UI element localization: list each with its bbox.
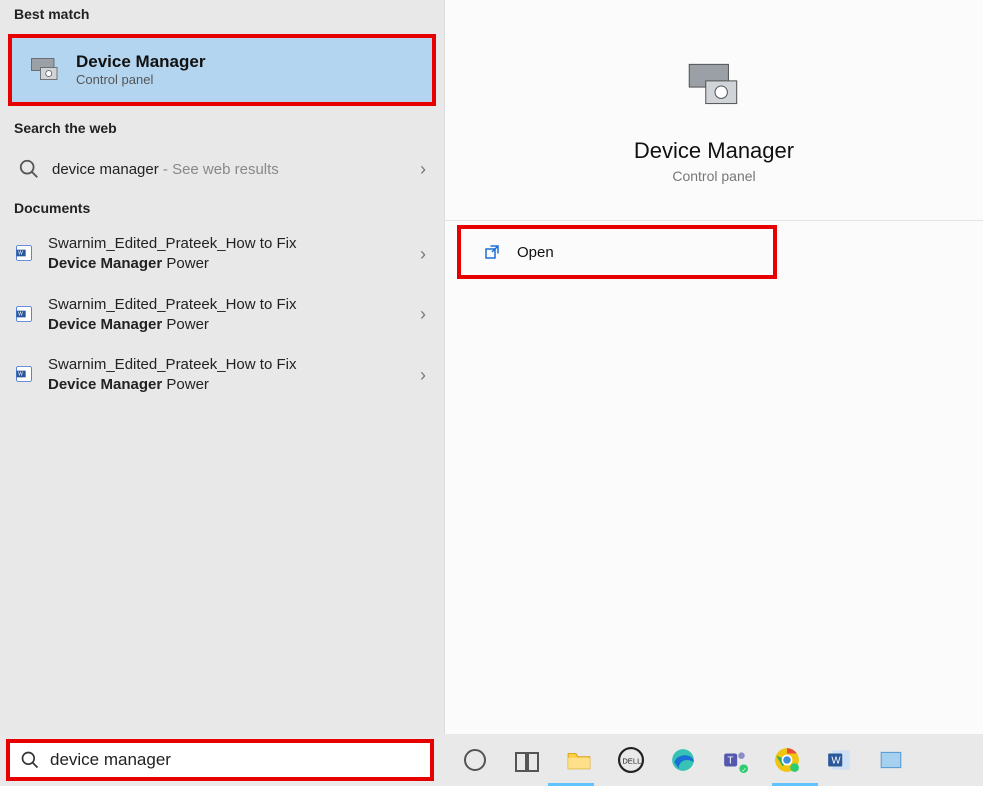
device-manager-icon: [26, 50, 64, 88]
cortana-icon[interactable]: [460, 745, 490, 775]
open-icon: [483, 243, 501, 261]
document-title: Swarnim_Edited_Prateek_How to Fix Device…: [48, 295, 420, 336]
chevron-right-icon: ›: [420, 244, 426, 265]
app-icon[interactable]: [876, 745, 906, 775]
taskbar: DELL T✓ W: [0, 734, 983, 786]
open-action[interactable]: Open: [457, 225, 777, 279]
chevron-right-icon: ›: [420, 365, 426, 386]
svg-text:T: T: [727, 755, 733, 766]
web-result-text: device manager - See web results: [52, 161, 420, 178]
file-explorer-icon[interactable]: [564, 745, 594, 775]
svg-text:W: W: [18, 372, 23, 378]
search-results-pane: Best match Device Manager Control panel …: [0, 0, 444, 734]
teams-icon[interactable]: T✓: [720, 745, 750, 775]
divider: [445, 220, 983, 221]
search-icon: [18, 158, 40, 180]
svg-text:DELL: DELL: [622, 756, 641, 765]
word-icon[interactable]: W: [824, 745, 854, 775]
web-result-row[interactable]: device manager - See web results ›: [0, 144, 444, 194]
preview-title: Device Manager: [445, 138, 983, 164]
task-view-icon[interactable]: [512, 745, 542, 775]
preview-pane: Device Manager Control panel Open: [444, 0, 983, 734]
chrome-icon[interactable]: [772, 745, 802, 775]
best-match-subtitle: Control panel: [76, 72, 205, 87]
word-doc-icon: W: [14, 243, 36, 265]
search-web-label: Search the web: [0, 114, 444, 144]
edge-icon[interactable]: [668, 745, 698, 775]
dell-icon[interactable]: DELL: [616, 745, 646, 775]
documents-label: Documents: [0, 194, 444, 224]
svg-text:W: W: [18, 251, 23, 257]
document-result[interactable]: W Swarnim_Edited_Prateek_How to Fix Devi…: [0, 345, 444, 406]
taskbar-search[interactable]: [6, 739, 434, 781]
search-input[interactable]: [50, 750, 420, 770]
word-doc-icon: W: [14, 304, 36, 326]
word-doc-icon: W: [14, 364, 36, 386]
document-result[interactable]: W Swarnim_Edited_Prateek_How to Fix Devi…: [0, 224, 444, 285]
svg-text:W: W: [18, 311, 23, 317]
document-title: Swarnim_Edited_Prateek_How to Fix Device…: [48, 234, 420, 275]
svg-text:W: W: [831, 755, 841, 766]
chevron-right-icon: ›: [420, 159, 426, 180]
best-match-title: Device Manager: [76, 52, 205, 72]
document-result[interactable]: W Swarnim_Edited_Prateek_How to Fix Devi…: [0, 285, 444, 346]
document-title: Swarnim_Edited_Prateek_How to Fix Device…: [48, 355, 420, 396]
search-icon: [20, 750, 40, 770]
device-manager-large-icon: [679, 50, 749, 120]
chevron-right-icon: ›: [420, 304, 426, 325]
preview-subtitle: Control panel: [445, 168, 983, 184]
best-match-label: Best match: [0, 0, 444, 30]
best-match-result[interactable]: Device Manager Control panel: [8, 34, 436, 106]
svg-text:✓: ✓: [742, 767, 747, 773]
open-label: Open: [517, 244, 554, 261]
